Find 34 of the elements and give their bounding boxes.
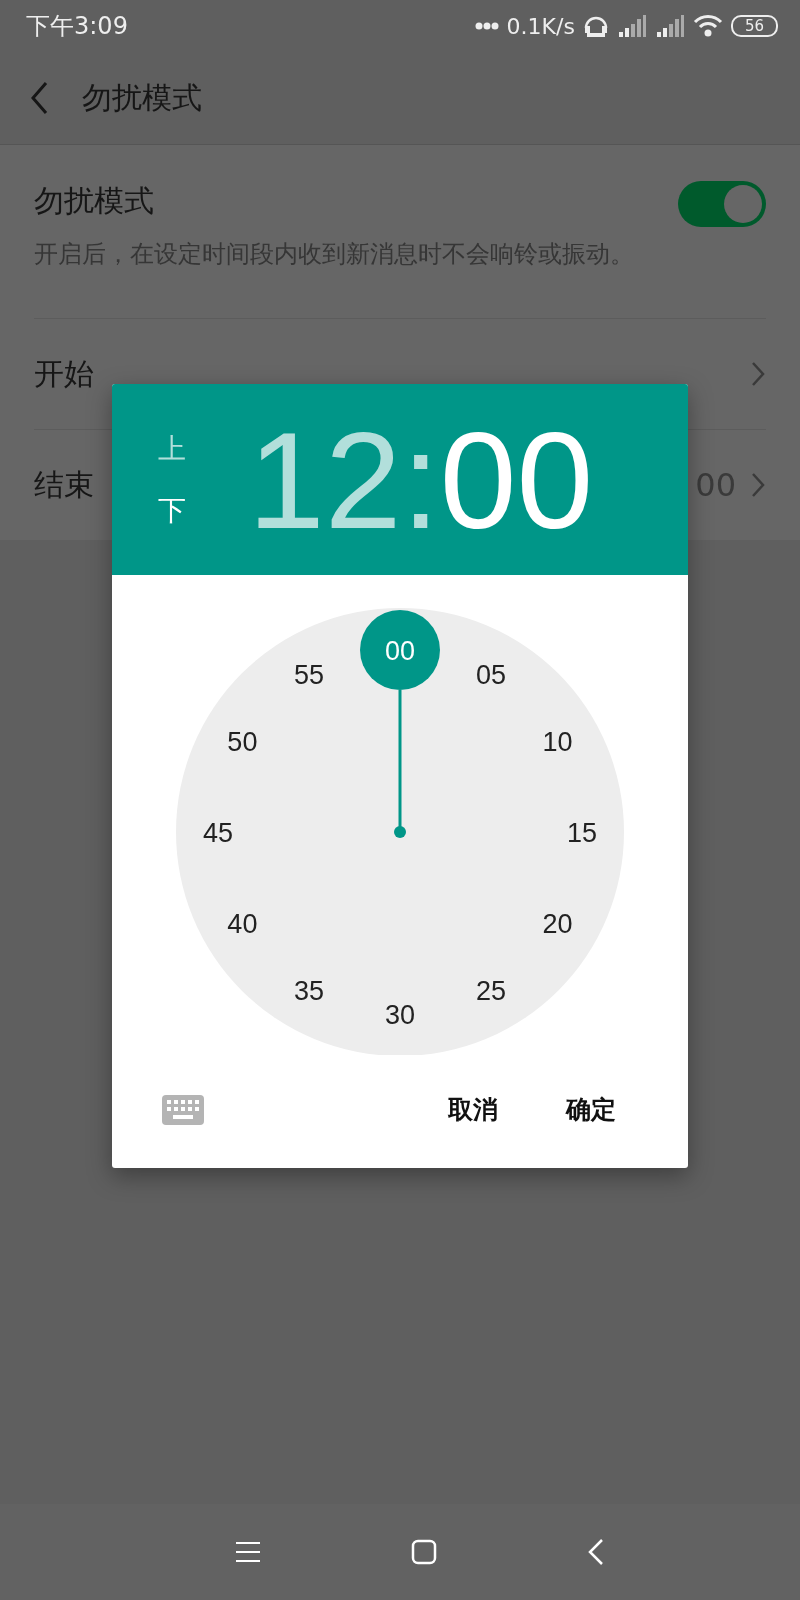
headset-icon [582,14,609,38]
signal-icon [616,14,647,38]
toggle-switch[interactable] [678,181,766,227]
am-pm-option[interactable]: 下 [158,491,186,530]
menu-icon[interactable] [235,1541,261,1563]
more-notifications-icon [474,22,499,30]
minute-mark[interactable]: 10 [542,727,573,757]
network-speed: 0.1K/s [506,13,575,39]
home-icon[interactable] [411,1539,437,1565]
minute-mark[interactable]: 35 [294,975,324,1006]
minute-mark[interactable]: 45 [203,818,233,848]
chevron-icon [750,360,766,388]
dialog-button[interactable]: 取消 [428,1083,518,1136]
dialog-button[interactable]: 确定 [546,1083,636,1136]
minute-mark[interactable]: 05 [476,660,506,691]
minute-mark[interactable]: 30 [385,1000,415,1030]
chevron-icon [750,471,766,499]
page-title: 勿扰模式 [82,78,202,117]
status-time: 下午3:09 [26,11,128,42]
minute-mark[interactable]: 40 [227,909,258,939]
setting-label: 结束 [34,465,94,504]
setting-label: 勿扰模式 [34,182,155,220]
battery-icon: 56 [730,15,778,37]
signal-icon [654,14,685,38]
minute-mark[interactable]: 55 [294,660,324,691]
minute-mark[interactable]: 00 [385,636,415,666]
setting-label: 开始 [34,354,94,393]
wifi-icon [692,14,723,38]
minute-mark[interactable]: 15 [567,818,597,848]
minute-mark[interactable]: 25 [476,975,506,1006]
time-digits[interactable]: 00 [439,410,594,549]
back-icon[interactable] [587,1538,605,1566]
minute-mark[interactable]: 20 [542,909,573,939]
minute-mark[interactable]: 50 [227,727,258,757]
